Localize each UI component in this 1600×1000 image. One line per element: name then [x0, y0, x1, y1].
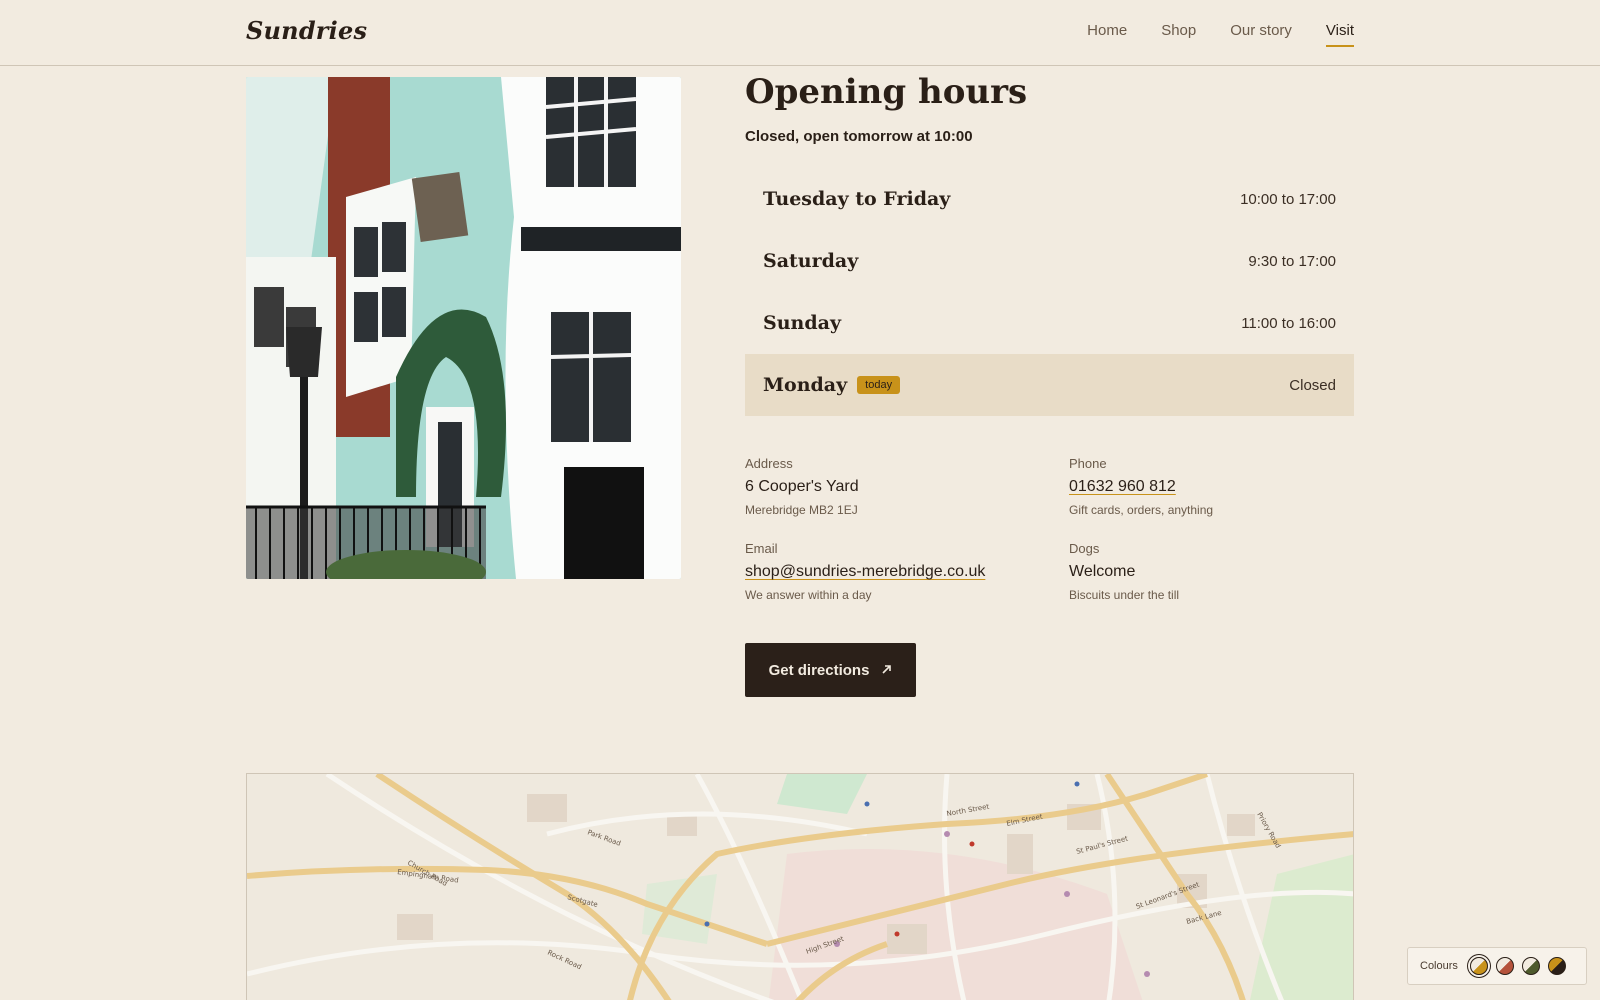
address-sub: Merebridge MB2 1EJ: [745, 503, 858, 517]
colour-swatch[interactable]: [1495, 957, 1514, 975]
email-block: Email shop@sundries-merebridge.co.uk We …: [745, 541, 1045, 602]
main-nav: Home Shop Our story Visit: [1087, 22, 1355, 47]
phone-block: Phone 01632 960 812 Gift cards, orders, …: [1069, 456, 1369, 517]
storefront-photo: [246, 77, 681, 579]
open-status: Closed, open tomorrow at 10:00: [745, 128, 973, 145]
page-title: Opening hours: [745, 72, 1028, 112]
location-map[interactable]: North Street Elm Street Church Road Scot…: [246, 773, 1354, 1000]
email-sub: We answer within a day: [745, 588, 872, 602]
nav-shop[interactable]: Shop: [1161, 22, 1196, 45]
get-directions-label: Get directions: [768, 661, 870, 679]
email-link[interactable]: shop@sundries-merebridge.co.uk: [745, 563, 985, 581]
arrow-up-right-icon: [881, 662, 892, 679]
colour-swatch[interactable]: [1547, 957, 1566, 975]
site-header: Sundries Home Shop Our story Visit: [0, 0, 1600, 66]
hours-time: 9:30 to 17:00: [1248, 252, 1336, 270]
hours-time: 10:00 to 17:00: [1240, 190, 1336, 208]
hours-row: Saturday 9:30 to 17:00: [745, 230, 1354, 292]
hours-list: Tuesday to Friday 10:00 to 17:00 Saturda…: [745, 168, 1354, 416]
hours-day: Saturday: [763, 250, 859, 272]
get-directions-button[interactable]: Get directions: [745, 643, 916, 697]
nav-visit[interactable]: Visit: [1325, 22, 1355, 47]
hours-time: Closed: [1289, 376, 1336, 394]
colour-swatch[interactable]: [1469, 957, 1488, 975]
address-block: Address 6 Cooper's Yard Merebridge MB2 1…: [745, 456, 1045, 517]
nav-our-story[interactable]: Our story: [1230, 22, 1292, 45]
hours-row-today: Monday today Closed: [745, 354, 1354, 416]
hours-day: Tuesday to Friday: [763, 188, 951, 210]
colour-switcher: Colours: [1407, 947, 1587, 985]
hours-day: Monday today: [763, 374, 901, 396]
today-badge: today: [857, 376, 901, 394]
phone-sub: Gift cards, orders, anything: [1069, 503, 1214, 517]
colour-switcher-label: Colours: [1420, 960, 1458, 972]
email-label: Email: [745, 541, 778, 556]
dogs-sub: Biscuits under the till: [1069, 588, 1180, 602]
address-value: 6 Cooper's Yard: [745, 478, 859, 495]
hours-time: 11:00 to 16:00: [1241, 314, 1336, 332]
dogs-label: Dogs: [1069, 541, 1100, 556]
phone-link[interactable]: 01632 960 812: [1069, 478, 1176, 496]
hours-row: Tuesday to Friday 10:00 to 17:00: [745, 168, 1354, 230]
nav-home[interactable]: Home: [1087, 22, 1127, 45]
dogs-value: Welcome: [1069, 563, 1136, 580]
hours-day-label: Monday: [763, 374, 848, 396]
phone-label: Phone: [1069, 456, 1107, 471]
address-label: Address: [745, 456, 793, 471]
site-logo[interactable]: Sundries: [246, 16, 367, 45]
colour-swatch[interactable]: [1521, 957, 1540, 975]
dogs-block: Dogs Welcome Biscuits under the till: [1069, 541, 1369, 602]
hours-day: Sunday: [763, 312, 841, 334]
hours-row: Sunday 11:00 to 16:00: [745, 292, 1354, 354]
